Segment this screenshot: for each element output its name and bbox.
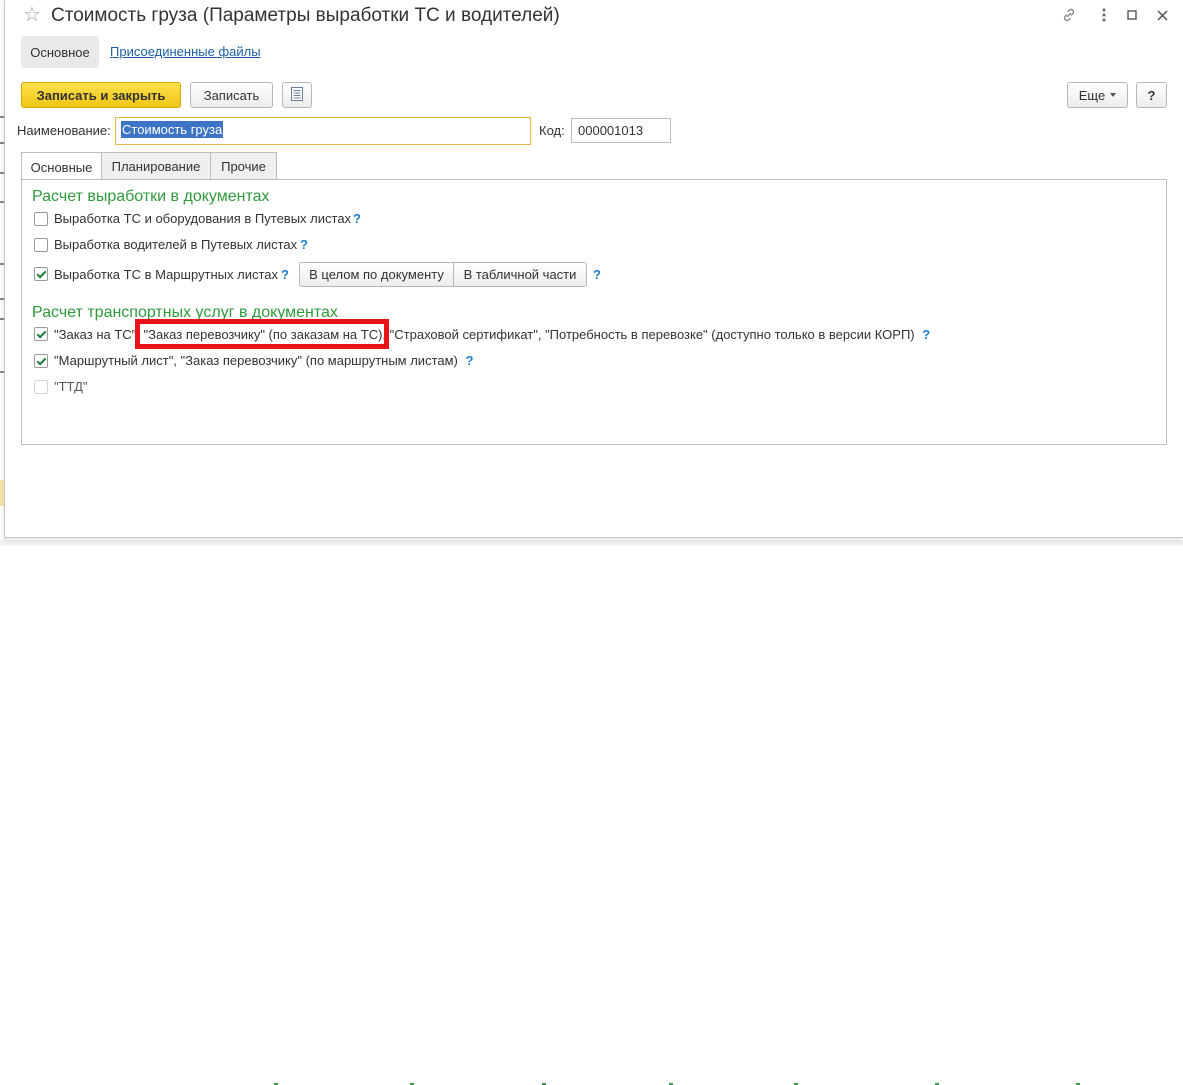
link-icon[interactable] bbox=[1059, 5, 1079, 25]
checkmark-icon bbox=[36, 268, 46, 278]
favorite-star-icon[interactable]: ☆ bbox=[23, 4, 41, 26]
help-question-icon[interactable]: ? bbox=[353, 211, 361, 226]
more-vertical-icon[interactable] bbox=[1094, 5, 1114, 25]
mode-table-part-button[interactable]: В табличной части bbox=[453, 262, 587, 287]
chevron-down-icon bbox=[1110, 93, 1117, 97]
checkbox-vehicle-orders[interactable] bbox=[34, 327, 48, 341]
checkbox-driver-output-waybills-label[interactable]: Выработка водителей в Путевых листах bbox=[54, 237, 297, 252]
checkbox-route-sheets[interactable] bbox=[34, 354, 48, 368]
checkbox-vehicle-output-route-sheets[interactable] bbox=[34, 267, 48, 281]
highlight-annotation-box bbox=[135, 319, 389, 349]
name-input-value: Стоимость груза bbox=[121, 121, 224, 138]
checkbox-driver-output-waybills[interactable] bbox=[34, 238, 48, 252]
checkmark-icon bbox=[36, 355, 46, 365]
help-question-icon[interactable]: ? bbox=[300, 237, 308, 252]
help-question-icon[interactable]: ? bbox=[281, 267, 289, 282]
nav-attached-files-link[interactable]: Присоединенные файлы bbox=[110, 44, 261, 59]
close-icon[interactable] bbox=[1152, 5, 1172, 25]
more-actions-label: Еще bbox=[1078, 87, 1106, 103]
name-input[interactable]: Стоимость груза bbox=[115, 117, 531, 145]
code-label: Код: bbox=[539, 123, 565, 138]
checkbox-ttd-label: "ТТД" bbox=[54, 379, 88, 394]
tab-planning[interactable]: Планирование bbox=[101, 152, 211, 180]
help-question-icon[interactable]: ? bbox=[466, 353, 474, 368]
save-button[interactable]: Записать bbox=[190, 82, 273, 108]
report-list-button[interactable] bbox=[282, 82, 312, 108]
save-and-close-button[interactable]: Записать и закрыть bbox=[21, 82, 181, 108]
help-question-icon[interactable]: ? bbox=[593, 267, 601, 282]
checkbox-vehicle-output-waybills-label[interactable]: Выработка ТС и оборудования в Путевых ли… bbox=[54, 211, 351, 226]
vehicle-orders-label-part3: , "Страховой сертификат", "Потребность в… bbox=[382, 327, 915, 342]
help-button[interactable]: ? bbox=[1136, 82, 1167, 108]
help-question-icon[interactable]: ? bbox=[922, 327, 930, 342]
checkmark-icon bbox=[36, 328, 46, 338]
checkbox-ttd[interactable] bbox=[34, 380, 48, 394]
maximize-icon[interactable] bbox=[1122, 5, 1142, 25]
route-sheets-label-text: "Маршрутный лист", "Заказ перевозчику" (… bbox=[54, 353, 458, 368]
window-title: Стоимость груза (Параметры выработки ТС … bbox=[51, 5, 560, 26]
code-input[interactable]: 000001013 bbox=[571, 118, 671, 143]
vehicle-orders-label-part1: "Заказ на ТС", bbox=[54, 327, 144, 342]
tab-other[interactable]: Прочие bbox=[210, 152, 277, 180]
mode-whole-document-button[interactable]: В целом по документу bbox=[299, 262, 454, 287]
document-list-icon bbox=[291, 86, 303, 104]
nav-main-tab[interactable]: Основное bbox=[21, 36, 99, 68]
dialog-window: ☆ Стоимость груза (Параметры выработки Т… bbox=[4, 0, 1183, 538]
checkbox-vehicle-output-waybills[interactable] bbox=[34, 212, 48, 226]
tab-main[interactable]: Основные bbox=[21, 152, 102, 181]
checkbox-route-sheets-label[interactable]: "Маршрутный лист", "Заказ перевозчику" (… bbox=[54, 353, 473, 368]
checkbox-vehicle-output-route-sheets-label[interactable]: Выработка ТС в Маршрутных листах bbox=[54, 267, 278, 282]
more-actions-button[interactable]: Еще bbox=[1067, 82, 1128, 108]
name-label: Наименование: bbox=[17, 123, 111, 138]
background-footer bbox=[0, 540, 1183, 1085]
section-output-title: Расчет выработки в документах bbox=[32, 188, 270, 205]
